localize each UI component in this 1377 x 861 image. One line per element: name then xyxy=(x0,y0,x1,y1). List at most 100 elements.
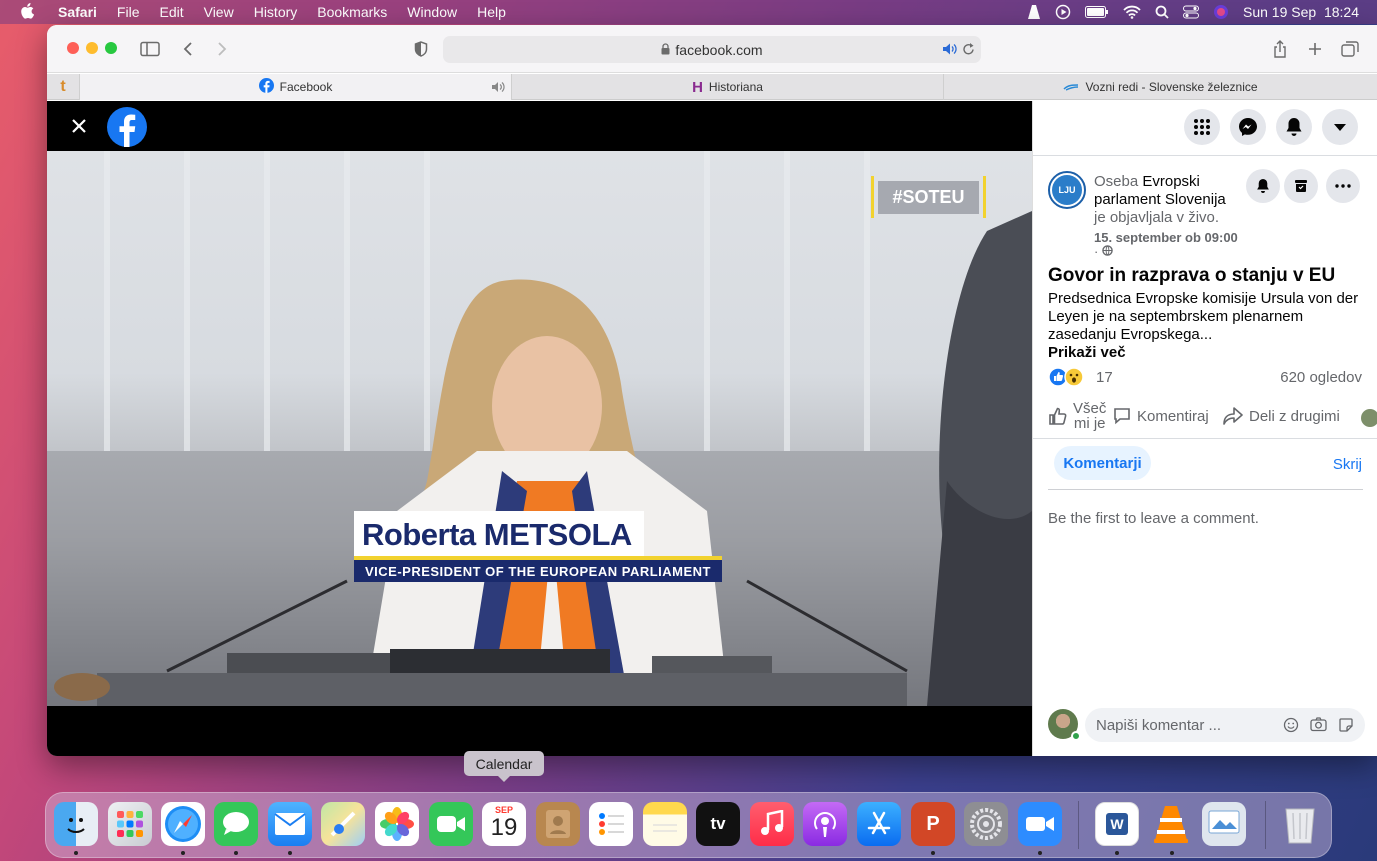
video-frame[interactable]: #SOTEU Roberta METSOLA VICE-PRESIDENT OF… xyxy=(47,151,1032,706)
trash-icon[interactable] xyxy=(1278,802,1322,846)
wifi-icon[interactable] xyxy=(1123,5,1141,19)
post-body: Predsednica Evropske komisije Ursula von… xyxy=(1048,290,1359,343)
notes-icon[interactable] xyxy=(643,802,687,846)
speaker-icon[interactable] xyxy=(491,81,505,96)
apple-menu-icon[interactable] xyxy=(0,2,48,22)
sticker-icon[interactable] xyxy=(1338,717,1354,736)
post-action: je objavljala v živo. xyxy=(1094,209,1220,226)
menubar-clock[interactable]: Sun 19 Sep 18:24 xyxy=(1243,4,1359,20)
photos-icon[interactable] xyxy=(375,802,419,846)
apple-tv-icon[interactable]: tv xyxy=(696,802,740,846)
messenger-icon xyxy=(1239,118,1257,136)
facetime-icon[interactable] xyxy=(429,802,473,846)
new-tab-icon[interactable] xyxy=(1304,38,1326,60)
share-icon[interactable] xyxy=(1269,38,1291,60)
zoom-icon[interactable] xyxy=(1018,802,1062,846)
archive-icon xyxy=(1295,180,1307,192)
comments-tab[interactable]: Komentarji xyxy=(1054,446,1151,480)
messages-icon[interactable] xyxy=(214,802,258,846)
lower-third-title: VICE-PRESIDENT OF THE EUROPEAN PARLIAMEN… xyxy=(354,556,722,582)
siri-icon[interactable] xyxy=(1213,4,1229,20)
globe-icon xyxy=(1102,245,1113,256)
tab-vozni-redi[interactable]: Vozni redi - Slovenske železnice xyxy=(944,74,1377,100)
share-label: Deli z drugimi xyxy=(1249,407,1340,425)
podcasts-icon[interactable] xyxy=(803,802,847,846)
close-window-button[interactable] xyxy=(67,42,79,54)
menu-view[interactable]: View xyxy=(194,4,244,20)
share-avatar[interactable] xyxy=(1361,409,1377,427)
calendar-icon[interactable]: SEP 19 xyxy=(482,802,526,846)
tab-audio-icon[interactable] xyxy=(942,42,957,59)
pinned-tab[interactable]: t xyxy=(47,74,80,100)
menu-app-name[interactable]: Safari xyxy=(48,4,107,20)
control-center-icon[interactable] xyxy=(1183,5,1199,19)
reminders-icon[interactable] xyxy=(589,802,633,846)
comment-button[interactable]: Komentiraj xyxy=(1113,407,1209,425)
menu-bar: Safari File Edit View History Bookmarks … xyxy=(0,0,1377,24)
follow-bell-button[interactable] xyxy=(1246,169,1280,203)
post-date[interactable]: 15. september ob 09:00 xyxy=(1094,230,1238,245)
tab-overview-icon[interactable] xyxy=(1339,38,1361,60)
preview-icon[interactable] xyxy=(1202,802,1246,846)
url-text[interactable]: facebook.com xyxy=(675,42,762,58)
menu-window[interactable]: Window xyxy=(397,4,467,20)
share-button[interactable]: Deli z drugimi xyxy=(1223,407,1340,425)
launchpad-icon[interactable] xyxy=(108,802,152,846)
more-options-button[interactable] xyxy=(1326,169,1360,203)
tab-historiana[interactable]: H Historiana xyxy=(512,74,944,100)
menu-bookmarks[interactable]: Bookmarks xyxy=(307,4,397,20)
minimize-window-button[interactable] xyxy=(86,42,98,54)
comment-input[interactable]: Napiši komentar ... xyxy=(1085,708,1365,742)
notifications-button[interactable] xyxy=(1276,109,1312,145)
powerpoint-icon[interactable]: P xyxy=(911,802,955,846)
facebook-logo[interactable] xyxy=(107,107,147,150)
finder-icon[interactable] xyxy=(54,802,98,846)
dock: SEP 19 tv P W xyxy=(45,792,1332,858)
menu-history[interactable]: History xyxy=(244,4,308,20)
safari-icon[interactable] xyxy=(161,802,205,846)
like-button[interactable]: Všeč mi je xyxy=(1048,401,1106,431)
zoom-window-button[interactable] xyxy=(105,42,117,54)
menu-edit[interactable]: Edit xyxy=(149,4,193,20)
app-store-icon[interactable] xyxy=(857,802,901,846)
spotlight-icon[interactable] xyxy=(1155,5,1169,19)
contacts-icon[interactable] xyxy=(536,802,580,846)
vlc-icon[interactable] xyxy=(1149,802,1193,846)
back-icon[interactable] xyxy=(177,38,199,60)
reactions-summary[interactable]: 17 xyxy=(1048,367,1113,387)
pinned-tab-label: t xyxy=(60,78,66,95)
save-button[interactable] xyxy=(1284,169,1318,203)
address-bar[interactable]: facebook.com xyxy=(443,36,981,63)
dock-tooltip: Calendar xyxy=(464,751,544,782)
page-avatar[interactable]: LJU xyxy=(1048,171,1086,209)
menu-button[interactable] xyxy=(1184,109,1220,145)
hashtag-text: #SOTEU xyxy=(878,180,979,214)
bell-icon xyxy=(1257,179,1269,193)
forward-icon[interactable] xyxy=(211,38,233,60)
chevron-down-icon xyxy=(1334,124,1346,131)
see-more-link[interactable]: Prikaži več xyxy=(1048,344,1126,361)
maps-icon[interactable] xyxy=(321,802,365,846)
historiana-icon: H xyxy=(692,78,703,96)
tab-facebook[interactable]: Facebook xyxy=(80,74,512,100)
reload-icon[interactable] xyxy=(962,42,975,59)
sidebar-toggle-icon[interactable] xyxy=(139,38,161,60)
close-viewer-button[interactable] xyxy=(69,116,95,138)
camera-icon[interactable] xyxy=(1310,717,1327,735)
vlc-status-icon[interactable] xyxy=(1027,4,1041,20)
privacy-shield-icon[interactable] xyxy=(410,38,432,60)
menu-help[interactable]: Help xyxy=(467,4,516,20)
play-status-icon[interactable] xyxy=(1055,4,1071,20)
menu-file[interactable]: File xyxy=(107,4,150,20)
word-icon[interactable]: W xyxy=(1095,802,1139,846)
system-preferences-icon[interactable] xyxy=(964,802,1008,846)
mail-icon[interactable] xyxy=(268,802,312,846)
emoji-icon[interactable] xyxy=(1283,717,1299,736)
messenger-button[interactable] xyxy=(1230,109,1266,145)
battery-icon[interactable] xyxy=(1085,5,1109,19)
hide-comments-link[interactable]: Skrij xyxy=(1333,456,1362,473)
comment-label: Komentiraj xyxy=(1137,407,1209,425)
music-icon[interactable] xyxy=(750,802,794,846)
tab-label: Facebook xyxy=(279,80,333,94)
account-button[interactable] xyxy=(1322,109,1358,145)
